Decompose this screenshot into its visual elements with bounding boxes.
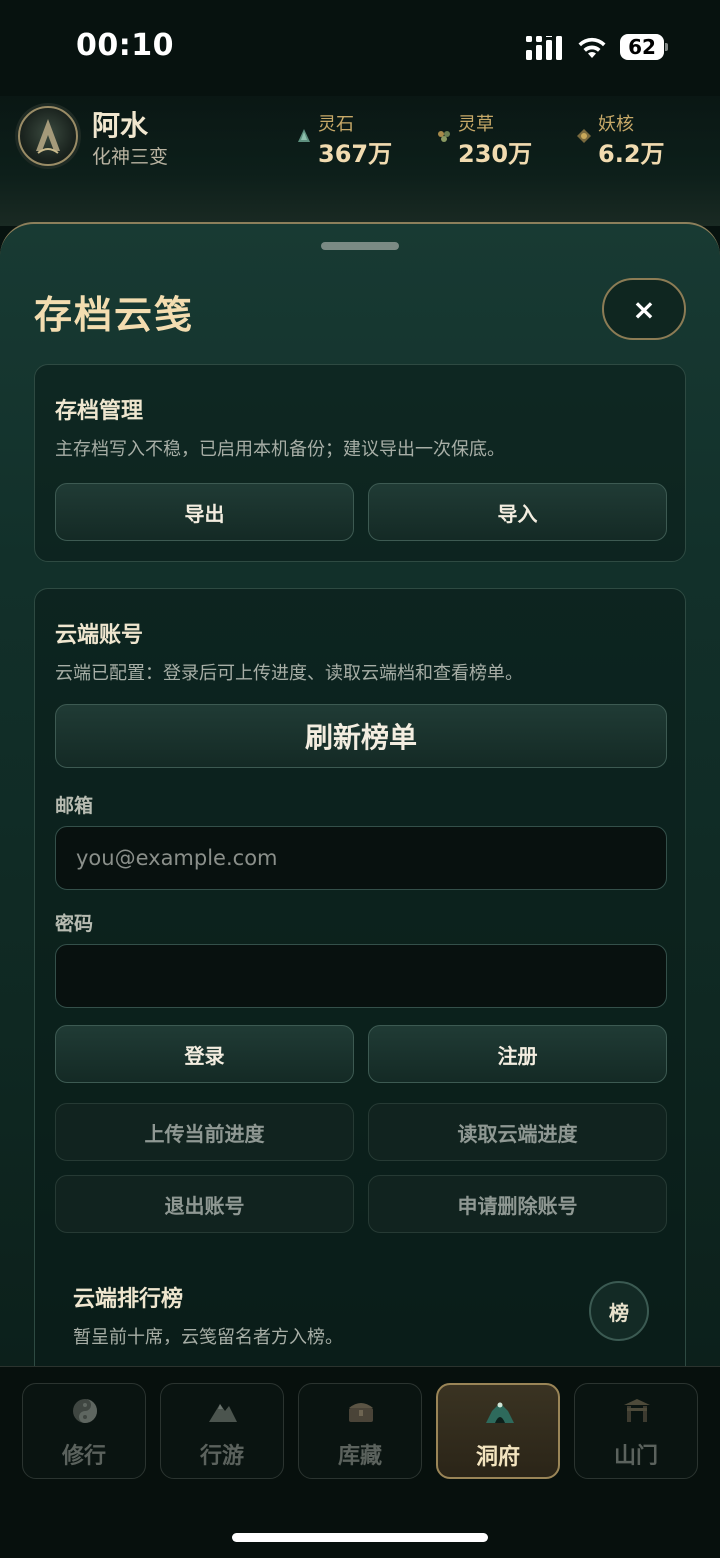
logout-button[interactable]: 退出账号 xyxy=(55,1175,354,1233)
spirit-stone-icon xyxy=(298,129,310,142)
resource-label: 灵草 xyxy=(458,114,494,135)
tab-label: 修行 xyxy=(61,1444,106,1469)
spirit-herb-icon xyxy=(438,131,450,142)
battery-level: 62 xyxy=(628,35,656,59)
wifi-icon xyxy=(578,37,606,58)
player-rank: 化神三变 xyxy=(92,146,169,168)
resource-value: 230万 xyxy=(458,140,533,168)
player-header: 阿水 化神三变 灵石 367万 灵草 230万 妖核 6.2万 xyxy=(0,96,720,226)
home-indicator[interactable] xyxy=(232,1533,488,1542)
card-description: 主存档写入不稳，已启用本机备份；建议导出一次保底。 xyxy=(55,439,505,460)
yin-yang-icon xyxy=(73,1399,97,1423)
tab-label: 库藏 xyxy=(337,1444,382,1469)
bottom-nav: 修行 行游 库藏 洞府 山门 xyxy=(0,1366,720,1558)
leaderboard-title: 云端排行榜 xyxy=(73,1287,184,1312)
resource-value: 367万 xyxy=(318,140,393,168)
close-button[interactable]: × xyxy=(602,278,686,340)
status-time: 00:10 xyxy=(76,28,174,63)
battery-icon: 62 xyxy=(620,34,668,60)
register-button[interactable]: 注册 xyxy=(368,1025,667,1083)
chest-icon xyxy=(349,1403,373,1422)
upload-progress-button[interactable]: 上传当前进度 xyxy=(55,1103,354,1161)
mountain-icon xyxy=(209,1404,237,1422)
leaderboard-description: 暂呈前十席，云笺留名者方入榜。 xyxy=(73,1327,343,1348)
cave-icon xyxy=(486,1402,514,1423)
resource-label: 妖核 xyxy=(598,114,634,135)
export-button[interactable]: 导出 xyxy=(55,483,354,541)
resource-value: 6.2万 xyxy=(598,140,665,168)
cloud-account-card: 云端账号 云端已配置：登录后可上传进度、读取云端档和查看榜单。 刷新榜单 邮箱 … xyxy=(34,588,686,1368)
resource-label: 灵石 xyxy=(318,114,354,135)
tab-cave[interactable]: 洞府 xyxy=(436,1383,560,1479)
password-field[interactable] xyxy=(55,944,667,1008)
sheet-grabber[interactable] xyxy=(321,242,399,250)
card-description: 云端已配置：登录后可上传进度、读取云端档和查看榜单。 xyxy=(55,663,523,684)
import-button[interactable]: 导入 xyxy=(368,483,667,541)
avatar[interactable] xyxy=(18,106,78,166)
leaderboard-badge-button[interactable]: 榜 xyxy=(589,1281,649,1341)
status-bar: 00:10 62 xyxy=(0,0,720,96)
download-progress-button[interactable]: 读取云端进度 xyxy=(368,1103,667,1161)
gate-icon xyxy=(624,1399,650,1422)
sheet-title: 存档云笺 xyxy=(34,293,195,337)
save-sheet: 存档云笺 × 存档管理 主存档写入不稳，已启用本机备份；建议导出一次保底。 导出… xyxy=(0,222,720,1368)
login-button[interactable]: 登录 xyxy=(55,1025,354,1083)
player-name: 阿水 xyxy=(92,109,149,142)
card-title: 云端账号 xyxy=(55,623,144,648)
tab-label: 洞府 xyxy=(475,1445,520,1470)
delete-account-button[interactable]: 申请删除账号 xyxy=(368,1175,667,1233)
tab-travel[interactable]: 行游 xyxy=(160,1383,284,1479)
tab-storage[interactable]: 库藏 xyxy=(298,1383,422,1479)
card-title: 存档管理 xyxy=(55,399,144,424)
avatar-emblem-icon xyxy=(36,119,60,154)
email-field[interactable]: you@example.com xyxy=(55,826,667,890)
cellular-signal-icon xyxy=(526,36,562,60)
demon-core-icon xyxy=(577,129,591,143)
save-management-card: 存档管理 主存档写入不稳，已启用本机备份；建议导出一次保底。 导出 导入 xyxy=(34,364,686,562)
tab-cultivate[interactable]: 修行 xyxy=(22,1383,146,1479)
refresh-leaderboard-button[interactable]: 刷新榜单 xyxy=(55,704,667,768)
password-label: 密码 xyxy=(55,913,94,935)
tab-label: 行游 xyxy=(199,1444,244,1469)
email-label: 邮箱 xyxy=(55,795,94,817)
tab-label: 山门 xyxy=(613,1444,658,1469)
tab-sect[interactable]: 山门 xyxy=(574,1383,698,1479)
